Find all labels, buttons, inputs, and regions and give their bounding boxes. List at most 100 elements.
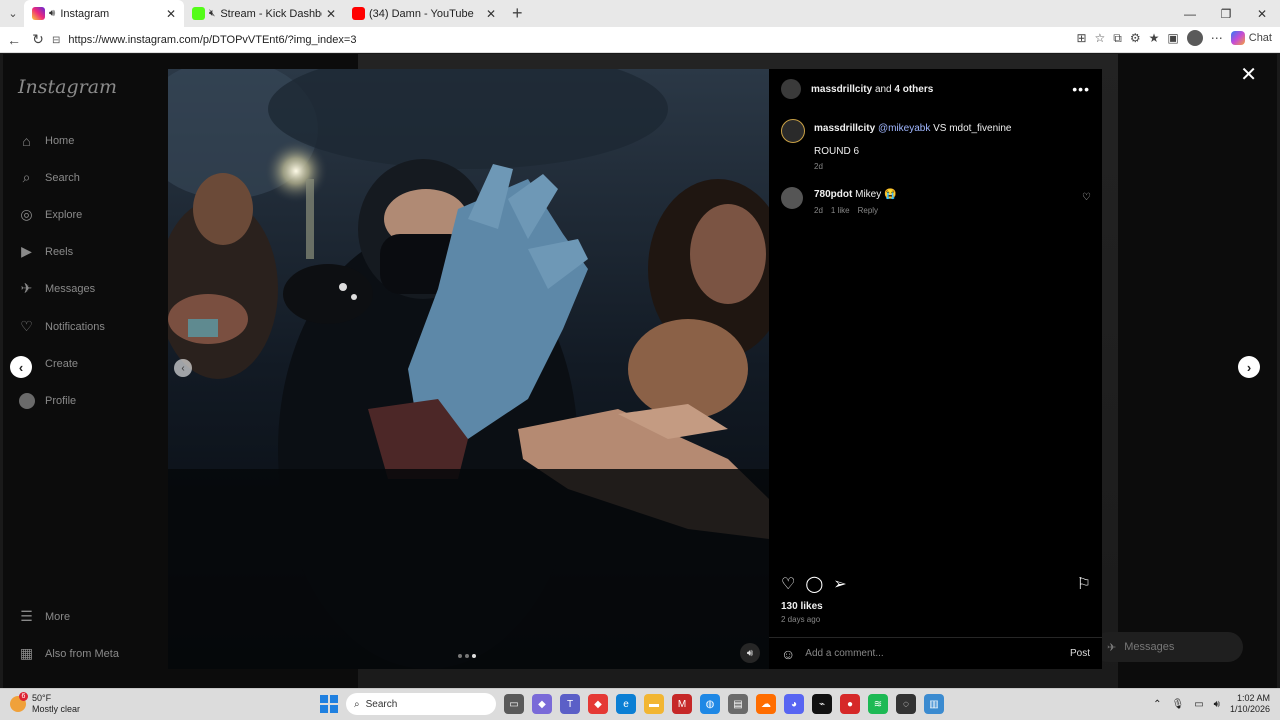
refresh-icon[interactable]: ↻ [26,28,50,52]
comment-body: Mikey 😭 [855,189,897,200]
comment-username[interactable]: 780pdot [814,189,852,200]
muted-speaker-icon[interactable]: 🔇︎ [209,8,215,19]
tab-youtube[interactable]: (34) Damn - YouTube ✕ [344,0,504,27]
browser-essentials-icon[interactable]: ⚙ [1130,31,1141,45]
discord-icon[interactable]: ◕ [784,694,804,714]
speaker-icon[interactable]: 🔊︎ [49,8,55,19]
notepad-icon[interactable]: ▥ [924,694,944,714]
system-tray: ⌃ 🎙︎ ▭ 🔊︎ 1:02 AM 1/10/2026 [1153,693,1270,715]
task-view-icon[interactable]: ▭ [504,694,524,714]
extensions-icon[interactable]: ⧉ [1113,31,1122,46]
share-send-icon[interactable]: ➢ [833,574,846,594]
likes-count[interactable]: 130 likes [781,601,823,612]
more-options-icon[interactable]: ••• [1072,81,1090,97]
spotify-icon[interactable]: ≋ [868,694,888,714]
author-username[interactable]: massdrillcity [811,84,872,95]
sidebar-item-profile[interactable]: Profile [18,392,76,409]
chevron-up-icon[interactable]: ⌃ [1153,699,1161,710]
site-info-icon[interactable]: ⊟ [52,35,60,46]
collaborators-link[interactable]: 4 others [894,84,933,95]
tab-title: Instagram [60,7,110,20]
close-tab-icon[interactable]: ✕ [166,7,176,21]
sidebar-item-search[interactable]: ⌕ Search [18,169,80,186]
instagram-logo[interactable]: Instagram [18,76,117,98]
obs-icon[interactable]: ◌ [896,694,916,714]
bookmark-icon[interactable]: ⚐ [1077,574,1091,594]
sidebar-item-label: Notifications [45,320,105,333]
weather-widget[interactable]: 6 50°F Mostly clear [10,692,80,715]
profile-avatar[interactable] [1186,30,1203,46]
emoji-icon[interactable]: ☺ [781,646,795,662]
sidebar-item-explore[interactable]: ◎ Explore [18,206,82,223]
instagram-favicon-icon [32,7,45,20]
sidebar-item-more[interactable]: ☰ More [18,608,70,625]
app-red-diamond-icon[interactable]: ◆ [588,694,608,714]
previous-post-button[interactable]: ‹ [10,356,32,378]
next-post-button[interactable]: › [1238,356,1260,378]
carousel-dot [458,654,462,658]
edge-icon[interactable]: e [616,694,636,714]
volume-icon[interactable]: 🔊︎ [1214,699,1220,710]
restore-icon[interactable]: ❐ [1208,0,1244,27]
caption-username[interactable]: massdrillcity [814,123,875,134]
comment-likes[interactable]: 1 like [831,206,850,215]
tab-list-button[interactable]: ⌄ [2,3,24,25]
url-field[interactable]: ⊟ https://www.instagram.com/p/DTOPvVTEnt… [52,30,1092,50]
comment-avatar[interactable] [781,187,803,209]
carousel-previous-button[interactable]: ‹ [174,359,192,377]
app-available-icon[interactable]: ⊞ [1076,31,1086,45]
audio-toggle-button[interactable]: 🔊︎ [740,643,760,663]
favorite-star-icon[interactable]: ☆ [1095,31,1106,45]
hamburger-icon: ☰ [20,608,33,624]
new-tab-icon[interactable]: + [512,3,523,24]
copilot-app-icon[interactable]: ◆ [532,694,552,714]
author-avatar[interactable] [781,79,801,99]
sidebar-item-home[interactable]: ⌂ Home [18,132,74,149]
app-globe-icon[interactable]: ◍ [700,694,720,714]
terminal-icon[interactable]: ⌁ [812,694,832,714]
more-icon[interactable]: ⋯ [1211,31,1223,45]
file-explorer-icon[interactable]: ▬ [644,694,664,714]
close-modal-icon[interactable]: ✕ [1240,62,1257,87]
teams-icon[interactable]: T [560,694,580,714]
clock[interactable]: 1:02 AM 1/10/2026 [1230,693,1270,715]
comment-input[interactable]: Add a comment... [805,648,1070,659]
comment-reply[interactable]: Reply [858,206,878,215]
comment-like-heart-icon[interactable]: ♡ [1082,192,1091,203]
url-text: https://www.instagram.com/p/DTOPvVTEnt6/… [68,34,357,46]
close-tab-icon[interactable]: ✕ [486,7,496,21]
comment-bubble-icon[interactable]: ◯ [805,574,823,594]
microphone-icon[interactable]: 🎙︎ [1171,699,1184,710]
minimize-icon[interactable]: — [1172,0,1208,27]
app-red-circle-icon[interactable]: ● [840,694,860,714]
sidebar-item-label: Also from Meta [45,647,119,660]
carousel-dot-active [472,654,476,658]
address-bar: ← ↻ ⊟ https://www.instagram.com/p/DTOPvV… [0,27,1280,53]
taskbar-search[interactable]: ⌕ Search [346,693,496,715]
caption-mention[interactable]: @mikeyabk [878,123,930,134]
network-icon[interactable]: ▭ [1194,699,1203,710]
mcafee-icon[interactable]: M [672,694,692,714]
tab-instagram[interactable]: 🔊︎ Instagram ✕ [24,0,184,27]
sidebar-item-also-from-meta[interactable]: ▦ Also from Meta [18,645,119,662]
post-comment-button[interactable]: Post [1070,648,1090,659]
close-window-icon[interactable]: ✕ [1244,0,1280,27]
collections-icon[interactable]: ▣ [1167,31,1178,45]
close-tab-icon[interactable]: ✕ [326,7,336,21]
windows-start-icon[interactable] [320,695,338,713]
post-media[interactable]: ‹ [168,69,769,669]
copilot-chat-button[interactable]: Chat [1230,31,1272,45]
soundcloud-icon[interactable]: ☁ [756,694,776,714]
favorites-icon[interactable]: ★ [1149,31,1160,45]
search-icon: ⌕ [354,698,360,710]
like-heart-icon[interactable]: ♡ [781,574,795,594]
heart-icon: ♡ [20,318,33,334]
sidebar-item-reels[interactable]: ▶ Reels [18,243,73,260]
caption-avatar[interactable] [781,119,805,143]
back-icon[interactable]: ← [2,28,26,52]
store-icon[interactable]: ▤ [728,694,748,714]
sidebar-item-notifications[interactable]: ♡ Notifications [18,318,105,335]
sidebar-item-messages[interactable]: ✈ Messages [18,280,96,297]
messages-pill[interactable]: ✈ Messages [1093,632,1243,662]
tab-kick[interactable]: 🔇︎ Stream - Kick Dashboard ✕ [184,0,344,27]
